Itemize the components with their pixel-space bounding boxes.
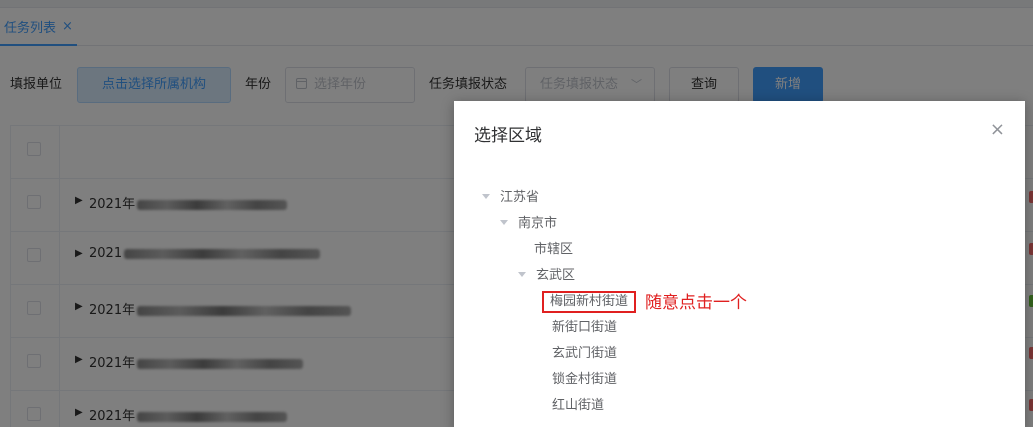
caret-down-icon[interactable] bbox=[482, 194, 490, 199]
tree-node-label: 红山街道 bbox=[552, 398, 605, 413]
tree-node-xinjiekou[interactable]: 新街口街道 bbox=[552, 315, 617, 341]
caret-down-icon[interactable] bbox=[518, 272, 526, 277]
close-icon[interactable]: × bbox=[990, 119, 1005, 140]
tree-node-meiyuanxincun[interactable]: 梅园新村街道 bbox=[542, 289, 637, 315]
tree-node-label: 新街口街道 bbox=[552, 320, 618, 335]
annotation-text: 随意点击一个 bbox=[645, 293, 747, 313]
dialog-title: 选择区域 bbox=[474, 126, 542, 146]
tree-node-label: 市辖区 bbox=[534, 242, 574, 257]
tree-node-suojincun[interactable]: 锁金村街道 bbox=[552, 367, 617, 393]
tree-node-hongshan[interactable]: 红山街道 bbox=[552, 393, 604, 419]
tree-node-shixiaqu[interactable]: 市辖区 bbox=[534, 237, 573, 263]
caret-down-icon[interactable] bbox=[500, 220, 508, 225]
tree-node-label: 玄武门街道 bbox=[552, 346, 618, 361]
tree-node-xuanwumen[interactable]: 玄武门街道 bbox=[552, 341, 617, 367]
select-area-dialog: 选择区域 × 江苏省 南京市 市辖区 玄武区 梅园新村街道 新街口街道 玄武门街… bbox=[454, 101, 1025, 427]
tree-node-label: 玄武区 bbox=[536, 268, 576, 283]
tree-node-label: 梅园新村街道 bbox=[542, 291, 637, 313]
tree-node-label: 南京市 bbox=[518, 216, 558, 231]
tree-node-label: 江苏省 bbox=[500, 190, 540, 205]
tree-node-nanjing[interactable]: 南京市 bbox=[500, 211, 557, 237]
tree-node-xuanwu[interactable]: 玄武区 bbox=[518, 263, 575, 289]
tree-node-label: 锁金村街道 bbox=[552, 372, 618, 387]
tree-node-jiangsu[interactable]: 江苏省 bbox=[482, 185, 539, 211]
